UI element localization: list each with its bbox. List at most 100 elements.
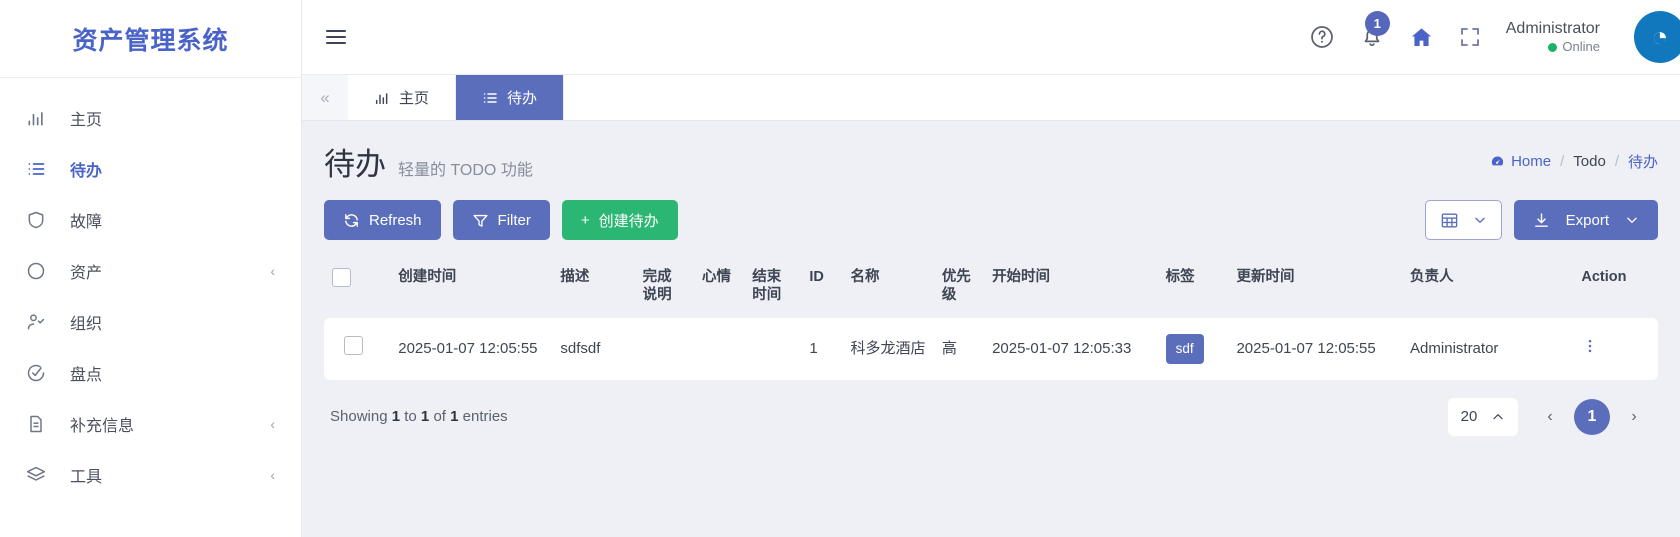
- list-icon: [26, 159, 56, 179]
- sidebar-item-fault[interactable]: 故障: [0, 194, 301, 245]
- sidebar-item-home[interactable]: 主页: [0, 92, 301, 143]
- cell-mood: [694, 318, 745, 380]
- todo-table: 创建时间 描述 完成说明 心情 结束时间 ID 名称 优先级 开始时间 标签 更…: [324, 256, 1658, 380]
- cell-priority: 高: [933, 318, 985, 380]
- breadcrumb: Home / Todo / 待办: [1490, 139, 1658, 172]
- check-circle-icon: [26, 363, 56, 383]
- col-action[interactable]: Action: [1573, 256, 1658, 318]
- row-menu-icon[interactable]: [1581, 337, 1599, 355]
- breadcrumb-separator: /: [1614, 153, 1619, 170]
- col-mood[interactable]: 心情: [694, 256, 744, 318]
- plus-icon: +: [580, 211, 590, 229]
- col-tag[interactable]: 标签: [1158, 256, 1229, 318]
- table-row[interactable]: 2025-01-07 12:05:55 sdfsdf 1 科多龙酒店 高 202…: [324, 318, 1658, 380]
- avatar[interactable]: ◔: [1634, 11, 1680, 63]
- export-button[interactable]: Export: [1513, 200, 1658, 240]
- toolbar-left: Refresh Filter + 创建待办: [324, 200, 678, 240]
- sidebar-item-extra-info[interactable]: 补充信息 ‹: [0, 398, 301, 449]
- breadcrumb-home[interactable]: Home: [1490, 153, 1551, 170]
- cell-owner: Administrator: [1402, 318, 1574, 380]
- chevron-left-icon: ‹: [270, 415, 275, 432]
- col-created-time[interactable]: 创建时间: [390, 256, 552, 318]
- row-checkbox[interactable]: [344, 336, 363, 356]
- refresh-button[interactable]: Refresh: [324, 200, 441, 240]
- col-updated-time[interactable]: 更新时间: [1228, 256, 1402, 318]
- showing-entries: Showing 1 to 1 of 1 entries: [330, 408, 508, 425]
- create-todo-label: 创建待办: [598, 212, 659, 230]
- col-start-time[interactable]: 开始时间: [984, 256, 1158, 318]
- chevron-left-icon: ‹: [270, 466, 275, 483]
- page-header: 待办 轻量的 TODO 功能 Home / Todo / 待办: [324, 139, 1658, 184]
- col-finish-note[interactable]: 完成说明: [635, 256, 694, 318]
- cell-action: [1573, 318, 1658, 380]
- cell-tag: sdf: [1157, 318, 1229, 380]
- col-end-time[interactable]: 结束时间: [744, 256, 801, 318]
- tab-label: 主页: [399, 90, 430, 107]
- brand-title: 资产管理系统: [72, 26, 229, 55]
- cell-description: sdfsdf: [552, 318, 635, 380]
- sidebar-item-inventory[interactable]: 盘点: [0, 347, 301, 398]
- user-block[interactable]: Administrator Online: [1506, 19, 1610, 55]
- brand[interactable]: 资产管理系统: [0, 0, 301, 78]
- col-priority[interactable]: 优先级: [934, 256, 984, 318]
- home-icon[interactable]: [1409, 25, 1434, 50]
- select-all-checkbox[interactable]: [332, 268, 351, 287]
- page-size-select[interactable]: 20: [1448, 397, 1518, 436]
- cell-name: 科多龙酒店: [842, 318, 934, 380]
- showing-to: 1: [420, 408, 430, 426]
- tab-label: 待办: [507, 90, 538, 107]
- sidebar-item-tools[interactable]: 工具 ‹: [0, 449, 301, 500]
- page-subtitle: 轻量的 TODO 功能: [398, 162, 533, 179]
- layers-icon: [26, 465, 56, 485]
- col-name[interactable]: 名称: [842, 256, 933, 318]
- filter-button[interactable]: Filter: [452, 200, 550, 240]
- create-todo-button[interactable]: + 创建待办: [561, 200, 678, 240]
- question-circle-icon[interactable]: [1309, 24, 1335, 50]
- breadcrumb-home-label: Home: [1511, 153, 1552, 170]
- circle-icon: [26, 261, 56, 281]
- col-description[interactable]: 描述: [552, 256, 634, 318]
- column-chooser-button[interactable]: [1424, 200, 1502, 240]
- page-size-value: 20: [1460, 408, 1478, 426]
- user-status-label: Online: [1562, 38, 1600, 54]
- chevron-up-icon: [1491, 410, 1505, 424]
- chevron-left-icon: ‹: [270, 262, 275, 279]
- title-wrap: 待办 轻量的 TODO 功能: [324, 139, 533, 184]
- page-button-1[interactable]: 1: [1574, 398, 1610, 435]
- chevron-down-icon: [1473, 213, 1487, 227]
- sidebar-item-label: 工具: [70, 468, 103, 486]
- toolbar: Refresh Filter + 创建待办 Export: [324, 200, 1658, 240]
- shield-icon: [26, 210, 56, 230]
- fullscreen-icon[interactable]: [1458, 25, 1482, 49]
- col-id[interactable]: ID: [801, 256, 842, 318]
- sidebar-item-organization[interactable]: 组织: [0, 296, 301, 347]
- cell-created-time: 2025-01-07 12:05:55: [390, 318, 553, 380]
- avatar-glyph: ◔: [1651, 21, 1669, 52]
- bell-icon[interactable]: 1: [1359, 11, 1390, 50]
- topbar-actions: 1 Administrator Online ◔: [1309, 11, 1680, 63]
- bar-chart-icon: [26, 108, 56, 128]
- cell-end-time: [744, 318, 802, 380]
- bar-chart-icon: [374, 90, 390, 106]
- refresh-icon: [343, 212, 360, 229]
- tab-todo[interactable]: 待办: [456, 75, 565, 120]
- sidebar-item-todo[interactable]: 待办: [0, 143, 301, 194]
- cell-updated-time: 2025-01-07 12:05:55: [1228, 318, 1403, 380]
- notification-badge: 1: [1364, 11, 1390, 36]
- export-label: Export: [1565, 211, 1609, 229]
- table-head: 创建时间 描述 完成说明 心情 结束时间 ID 名称 优先级 开始时间 标签 更…: [324, 256, 1658, 318]
- col-owner[interactable]: 负责人: [1402, 256, 1573, 318]
- tab-home[interactable]: 主页: [348, 75, 457, 120]
- sidebar-item-label: 补充信息: [70, 417, 135, 435]
- breadcrumb-todo[interactable]: Todo: [1573, 153, 1606, 170]
- prev-page-button[interactable]: ‹: [1532, 399, 1568, 435]
- next-page-button[interactable]: ›: [1616, 399, 1652, 435]
- sidebar-item-assets[interactable]: 资产 ‹: [0, 245, 301, 296]
- tabs-collapse-button[interactable]: «: [302, 75, 348, 120]
- hamburger-icon[interactable]: [324, 25, 348, 49]
- cell-id: 1: [801, 318, 843, 380]
- sidebar-item-label: 资产: [70, 264, 103, 282]
- filter-icon: [472, 212, 489, 229]
- topbar: 1 Administrator Online ◔: [302, 0, 1680, 75]
- filter-label: Filter: [497, 211, 531, 229]
